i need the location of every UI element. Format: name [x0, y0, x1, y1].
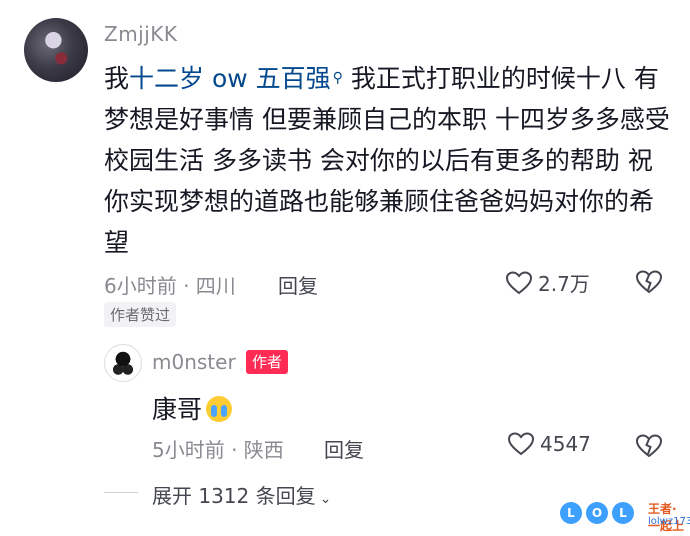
author-liked-badge: 作者赞过	[104, 302, 177, 327]
comment-like-count: 2.7万	[538, 272, 590, 296]
heart-outline-icon	[506, 270, 532, 294]
comment-time-location: 6小时前 · 四川	[104, 274, 236, 298]
comment-text: 我十二岁 ow 五百强 ⚲ 我正式打职业的时候十八 有梦想是好事情 但要兼顾自己的…	[104, 58, 674, 263]
reply-like-count: 4547	[540, 432, 591, 456]
replier-username[interactable]: m0nster	[152, 350, 236, 374]
search-mention-link[interactable]: 十二岁 ow 五百强 ⚲	[129, 64, 343, 93]
commenter-avatar[interactable]	[24, 18, 88, 82]
crying-emoji-icon	[206, 396, 233, 422]
comment-like-button[interactable]: 2.7万	[506, 268, 590, 297]
watermark-letter: L	[612, 502, 634, 524]
reply-reply-button[interactable]: 回复	[324, 434, 364, 463]
watermark-letter: L	[560, 502, 582, 524]
comment-text-prefix: 我	[104, 64, 130, 93]
mention-text: 十二岁 ow 五百强	[129, 64, 331, 93]
search-icon: ⚲	[332, 70, 343, 86]
comment-reply-button[interactable]: 回复	[278, 270, 318, 299]
reply-text-body: 康哥	[152, 395, 203, 424]
reply-time-location: 5小时前 · 陕西	[152, 438, 284, 462]
expand-replies-label: 展开 1312 条回复	[152, 484, 316, 508]
expand-replies-button[interactable]: 展开 1312 条回复 ⌄	[152, 480, 331, 509]
watermark-logo: L O L 王者·一起上 lolwz173.com	[560, 498, 690, 534]
watermark-domain: lolwz173.com	[648, 516, 690, 527]
reply-text: 康哥	[152, 390, 233, 426]
commenter-username[interactable]: ZmjjKK	[104, 22, 178, 46]
broken-heart-icon[interactable]	[636, 270, 662, 294]
reply-like-button[interactable]: 4547	[508, 432, 591, 456]
heart-outline-icon	[508, 432, 534, 456]
watermark-letter: O	[586, 502, 608, 524]
expand-divider	[104, 492, 138, 493]
author-tag-badge: 作者	[246, 350, 289, 374]
broken-heart-icon[interactable]	[636, 434, 662, 458]
chevron-down-icon: ⌄	[319, 491, 332, 507]
replier-avatar[interactable]	[104, 344, 142, 382]
